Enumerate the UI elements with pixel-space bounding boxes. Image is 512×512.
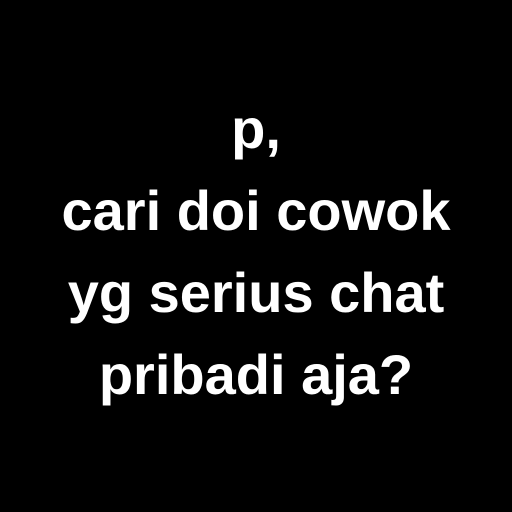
caption-line-2: cari doi cowok xyxy=(61,179,451,242)
caption-line-1: p, xyxy=(231,97,281,160)
image-canvas: p, cari doi cowok yg serius chat pribadi… xyxy=(0,0,512,512)
caption-text: p, cari doi cowok yg serius chat pribadi… xyxy=(0,88,512,416)
caption-line-3: yg serius chat xyxy=(67,261,445,324)
caption-line-4: pribadi aja? xyxy=(98,343,414,406)
